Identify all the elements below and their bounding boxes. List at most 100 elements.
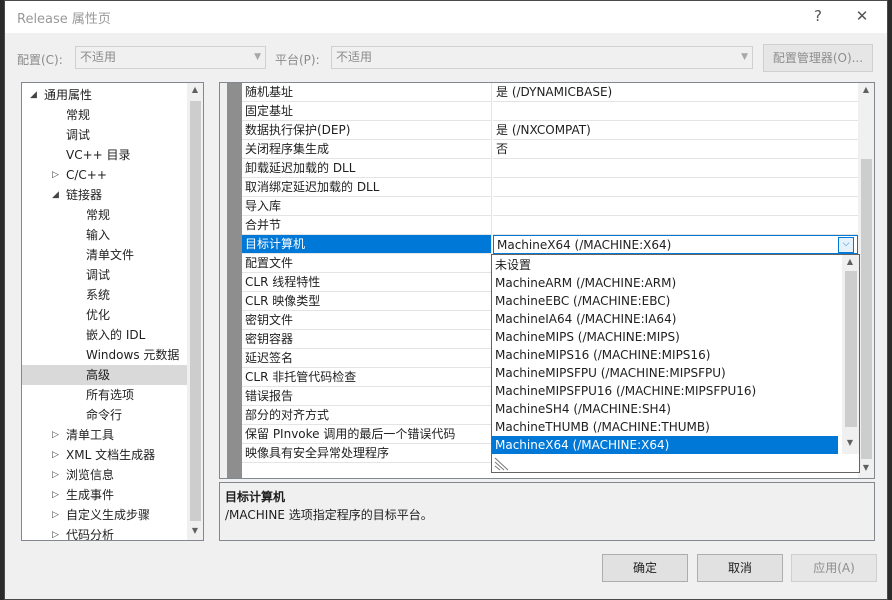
tree-item[interactable]: 清单文件 [22, 245, 187, 265]
property-value[interactable] [493, 159, 858, 178]
dropdown-option[interactable]: MachineIA64 (/MACHINE:IA64) [492, 310, 838, 328]
target-machine-dropdown-list[interactable]: ▲ ▼ 未设置 MachineARM (/MACHINE:ARM) MachineE… [491, 254, 860, 473]
expand-icon[interactable]: ▷ [52, 425, 59, 445]
scroll-up-icon[interactable]: ▲ [842, 257, 858, 266]
dropdown-option[interactable]: MachineARM (/MACHINE:ARM) [492, 274, 838, 292]
dropdown-option[interactable]: MachineEBC (/MACHINE:EBC) [492, 292, 838, 310]
property-row[interactable]: 目标计算机 MachineX64 (/MACHINE:X64) ⌵ [242, 235, 858, 254]
expand-icon[interactable]: ▷ [52, 465, 59, 485]
tree-item[interactable]: ▷ XML 文档生成器 [22, 445, 187, 465]
property-name: 映像具有安全异常处理程序 [242, 444, 492, 463]
tree-item[interactable]: 常规 [22, 205, 187, 225]
title-bar: Release 属性页 ? ✕ [5, 1, 887, 33]
tree-scroll-thumb[interactable] [190, 101, 201, 521]
tree-item[interactable]: ▷ 清单工具 [22, 425, 187, 445]
expand-icon[interactable]: ▷ [52, 525, 59, 540]
property-value[interactable]: MachineX64 (/MACHINE:X64) ⌵ [493, 235, 858, 254]
tree-item[interactable]: 输入 [22, 225, 187, 245]
category-tree[interactable]: ▲ ▼ ◢ 通用属性 常规 调试 VC++ 目录 ▷ C/C++ ◢ 链接器 常规 输入 清单文件 调试… [21, 82, 204, 541]
tree-item-label: 高级 [86, 368, 111, 382]
dropdown-option[interactable]: MachineX64 (/MACHINE:X64) [492, 436, 838, 454]
tree-item[interactable]: 命令行 [22, 405, 187, 425]
property-row[interactable]: 合并节 [242, 216, 858, 235]
property-name: 配置文件 [242, 254, 492, 273]
property-value[interactable] [493, 216, 858, 235]
tree-item[interactable]: Windows 元数据 [22, 345, 187, 365]
property-value-text: MachineX64 (/MACHINE:X64) [497, 238, 672, 252]
expand-icon[interactable]: ▷ [52, 485, 59, 505]
expand-icon[interactable]: ▷ [52, 165, 59, 185]
tree-item-label: 浏览信息 [66, 468, 115, 482]
tree-item[interactable]: ▷ C/C++ [22, 165, 187, 185]
tree-item[interactable]: 所有选项 [22, 385, 187, 405]
tree-item[interactable]: 高级 [22, 365, 187, 385]
tree-item-label: 通用属性 [44, 88, 93, 102]
property-value[interactable]: 是 (/NXCOMPAT) [493, 121, 858, 140]
tree-item[interactable]: ▷ 自定义生成步骤 [22, 505, 187, 525]
dropdown-option[interactable]: MachineSH4 (/MACHINE:SH4) [492, 400, 838, 418]
property-name: 固定基址 [242, 102, 492, 121]
collapse-icon[interactable]: ◢ [52, 185, 59, 205]
close-button[interactable]: ✕ [849, 5, 875, 27]
property-value[interactable] [493, 102, 858, 121]
tree-item[interactable]: 调试 [22, 265, 187, 285]
tree-item[interactable]: 常规 [22, 105, 187, 125]
property-name: 密钥文件 [242, 311, 492, 330]
collapse-icon[interactable]: ◢ [30, 85, 37, 105]
dropdown-option[interactable]: MachineMIPSFPU (/MACHINE:MIPSFPU) [492, 364, 838, 382]
tree-item[interactable]: ▷ 生成事件 [22, 485, 187, 505]
tree-item[interactable]: ▷ 代码分析 [22, 525, 187, 540]
cancel-button[interactable]: 取消 [697, 554, 783, 582]
expand-icon[interactable]: ▷ [52, 505, 59, 525]
scroll-down-icon[interactable]: ▼ [858, 463, 874, 472]
dropdown-option[interactable]: MachineMIPS16 (/MACHINE:MIPS16) [492, 346, 838, 364]
scroll-down-icon[interactable]: ▼ [842, 438, 858, 447]
tree-item[interactable]: VC++ 目录 [22, 145, 187, 165]
resize-grip-icon[interactable] [494, 457, 510, 471]
tree-item[interactable]: ◢ 链接器 [22, 185, 187, 205]
property-value[interactable] [493, 178, 858, 197]
platform-value: 不适用 [336, 50, 373, 64]
dropdown-option[interactable]: MachineTHUMB (/MACHINE:THUMB) [492, 418, 838, 436]
scroll-down-icon[interactable]: ▼ [187, 526, 203, 535]
chevron-down-icon[interactable]: ⌵ [838, 237, 854, 253]
grid-scrollbar[interactable]: ▲ ▼ [858, 83, 874, 478]
property-row[interactable]: 导入库 [242, 197, 858, 216]
dropdown-scroll-thumb[interactable] [845, 271, 857, 427]
tree-item-label: 所有选项 [86, 388, 135, 402]
tree-item[interactable]: 嵌入的 IDL [22, 325, 187, 345]
property-row[interactable]: 固定基址 [242, 102, 858, 121]
tree-item[interactable]: 优化 [22, 305, 187, 325]
platform-combo[interactable]: 不适用 ▼ [331, 46, 753, 69]
property-row[interactable]: 取消绑定延迟加载的 DLL [242, 178, 858, 197]
property-value[interactable]: 是 (/DYNAMICBASE) [493, 83, 858, 102]
dropdown-option[interactable]: MachineMIPSFPU16 (/MACHINE:MIPSFPU16) [492, 382, 838, 400]
scroll-up-icon[interactable]: ▲ [187, 85, 203, 94]
tree-item[interactable]: ▷ 浏览信息 [22, 465, 187, 485]
property-value[interactable] [493, 197, 858, 216]
tree-scrollbar[interactable]: ▲ ▼ [187, 83, 203, 540]
property-name: 保留 PInvoke 调用的最后一个错误代码 [242, 425, 492, 444]
ok-button[interactable]: 确定 [602, 554, 688, 582]
property-row[interactable]: 数据执行保护(DEP) 是 (/NXCOMPAT) [242, 121, 858, 140]
property-name: 目标计算机 [242, 235, 492, 254]
tree-item-label: 清单文件 [86, 248, 135, 262]
property-row[interactable]: 卸载延迟加载的 DLL [242, 159, 858, 178]
grid-scroll-thumb[interactable] [861, 159, 872, 459]
property-row[interactable]: 关闭程序集生成否 [242, 140, 858, 159]
tree-item[interactable]: 系统 [22, 285, 187, 305]
config-manager-button[interactable]: 配置管理器(O)... [763, 44, 873, 72]
config-combo[interactable]: 不适用 ▼ [75, 46, 266, 69]
dropdown-option[interactable]: 未设置 [492, 256, 838, 274]
tree-item[interactable]: ◢ 通用属性 [22, 85, 187, 105]
scroll-up-icon[interactable]: ▲ [858, 85, 874, 94]
expand-icon[interactable]: ▷ [52, 445, 59, 465]
help-button[interactable]: ? [805, 5, 831, 27]
property-value-text: 是 (/NXCOMPAT) [496, 123, 591, 137]
property-value[interactable]: 否 [493, 140, 858, 159]
apply-button[interactable]: 应用(A) [791, 554, 877, 582]
tree-item[interactable]: 调试 [22, 125, 187, 145]
dropdown-scrollbar[interactable]: ▲ ▼ [842, 255, 859, 454]
dropdown-option[interactable]: MachineMIPS (/MACHINE:MIPS) [492, 328, 838, 346]
property-row[interactable]: 随机基址是 (/DYNAMICBASE) [242, 83, 858, 102]
